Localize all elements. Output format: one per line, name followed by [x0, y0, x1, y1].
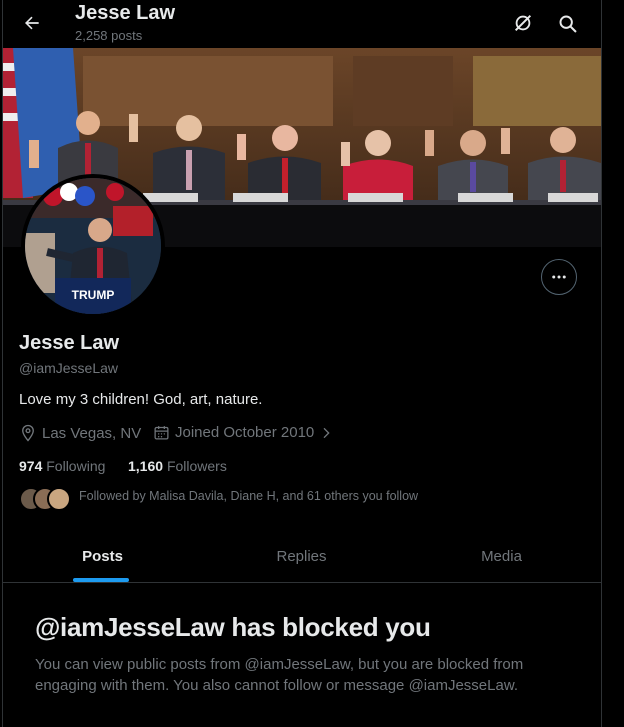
location-pin-icon	[22, 424, 34, 442]
blocked-message: You can view public posts from @iamJesse…	[35, 656, 524, 694]
following-label: Following	[46, 458, 106, 474]
joined-text: Joined October 2010	[175, 424, 315, 441]
chevron-right-icon	[323, 427, 330, 438]
profile-location: Las Vegas, NV	[19, 424, 141, 442]
header-title: Jesse Law	[75, 2, 176, 24]
arrow-left-icon	[25, 16, 39, 30]
followed-by-avatars[interactable]	[19, 487, 75, 513]
calendar-icon	[154, 426, 169, 440]
profile-avatar[interactable]: TRUMP	[21, 174, 165, 318]
avatar-sign-text: TRUMP	[71, 288, 115, 302]
followers-count: 1,160	[128, 458, 164, 474]
search-icon	[559, 15, 576, 32]
header-post-count: 2,258 posts	[75, 28, 143, 43]
profile-column: Jesse Law 2,258 posts TRUMP Jesse Law @i…	[2, 0, 602, 727]
followers-label: Followers	[166, 458, 227, 474]
back-button[interactable]	[19, 10, 45, 36]
grok-icon	[514, 14, 532, 32]
following-count: 974	[19, 458, 43, 474]
active-tab-indicator	[73, 578, 129, 582]
profile-joined[interactable]: Joined October 2010	[153, 424, 339, 441]
more-horizontal-icon	[552, 275, 566, 279]
profile-name: Jesse Law	[19, 332, 120, 354]
followed-by-text[interactable]: Followed by Malisa Davila, Diane H, and …	[79, 489, 418, 503]
avatar	[47, 487, 71, 511]
tab-media[interactable]: Media	[402, 530, 601, 582]
followers-link[interactable]: 1,160 Followers	[128, 458, 227, 474]
tab-replies[interactable]: Replies	[202, 530, 401, 582]
blocked-title: @iamJesseLaw has blocked you	[35, 612, 431, 642]
top-header: Jesse Law 2,258 posts	[3, 0, 601, 48]
grok-button[interactable]	[511, 11, 535, 35]
profile-bio: Love my 3 children! God, art, nature.	[19, 391, 263, 408]
profile-tabs: Posts Replies Media	[3, 530, 601, 583]
following-link[interactable]: 974 Following	[19, 458, 105, 474]
profile-handle: @iamJesseLaw	[19, 360, 119, 376]
tab-posts[interactable]: Posts	[3, 530, 202, 582]
more-options-button[interactable]	[541, 259, 577, 295]
search-button[interactable]	[555, 11, 579, 35]
location-text: Las Vegas, NV	[42, 424, 142, 442]
